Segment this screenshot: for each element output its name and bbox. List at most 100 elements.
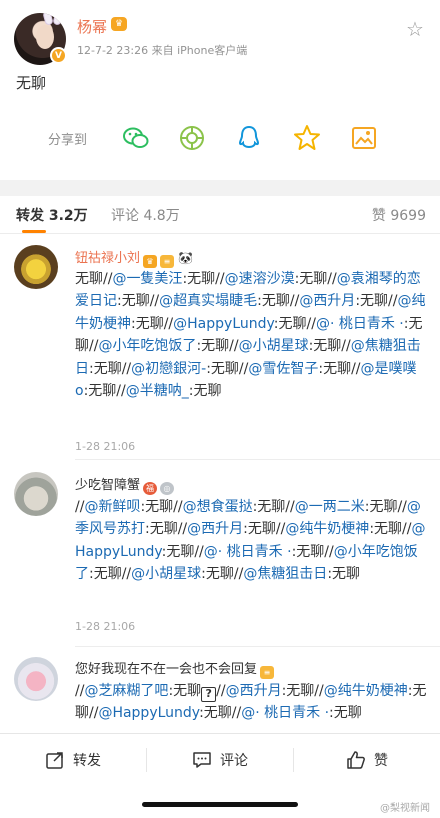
weibo-post: V 杨幂 ♛ 12-7-2 23:26 来自 iPhone客户端 ☆ 无聊 分享…	[0, 0, 440, 180]
repost-text: :无聊//	[243, 521, 286, 538]
like-button-label: 赞	[374, 753, 388, 769]
tab-likes[interactable]: 赞 9699	[372, 205, 426, 225]
repost-text: :无聊	[168, 683, 202, 699]
mention-link[interactable]: @焦糖狙击日	[243, 566, 327, 582]
repost-icon	[46, 752, 63, 769]
user-avatar[interactable]	[14, 657, 58, 701]
mention-link[interactable]: @· 桃日青禾 ·	[241, 705, 329, 721]
repost-text: :无聊//	[257, 293, 300, 310]
user-name-text[interactable]: 少吃智障蟹	[75, 478, 140, 493]
mention-link[interactable]: @想食蛋挞	[183, 499, 253, 515]
mention-link[interactable]: @新鲜呗	[84, 499, 140, 515]
repost-time: 1-28 21:06	[75, 440, 136, 453]
mention-link[interactable]: @芝麻糊了吧	[84, 683, 168, 699]
tab-reposts[interactable]: 转发 3.2万	[16, 205, 88, 225]
user-avatar[interactable]	[14, 245, 58, 289]
moments-icon[interactable]	[177, 123, 207, 153]
share-row: 分享到	[0, 118, 440, 158]
mention-link[interactable]: @半糖呐_	[126, 383, 189, 399]
repost-text: :无聊//	[89, 566, 132, 583]
mention-link[interactable]: @西升月	[187, 521, 243, 537]
question-emoji-icon: ?	[201, 687, 217, 702]
mention-link[interactable]: @小年吃饱饭了	[98, 338, 196, 354]
home-indicator[interactable]	[142, 802, 298, 807]
verified-icon: V	[50, 47, 67, 64]
mention-link[interactable]: @· 桃日青禾 ·	[204, 544, 292, 560]
mention-link[interactable]: @一隻美汪	[112, 271, 182, 287]
save-image-icon[interactable]	[349, 123, 379, 153]
user-name-text[interactable]: 您好我现在不在一会也不会回复	[75, 662, 257, 677]
level-badge-icon: ≡	[160, 255, 175, 268]
repost-text: :无聊//	[252, 499, 295, 515]
repost-text: :无聊//	[201, 566, 244, 583]
repost-text: :无聊//	[206, 360, 249, 377]
post-meta: 12-7-2 23:26 来自 iPhone客户端	[77, 44, 248, 57]
repost-item: 少吃智障蟹福 ◎ //@新鲜呗:无聊//@想食蛋挞:无聊//@一两二米:无聊//@…	[0, 460, 440, 647]
repost-text: :无聊//	[355, 293, 398, 310]
repost-text: //	[216, 683, 226, 699]
repost-text: :无聊//	[131, 315, 174, 332]
repost-text: :无聊//	[199, 705, 242, 722]
mention-link[interactable]: @雪佐智子	[248, 361, 318, 377]
thumbs-up-icon	[347, 751, 365, 769]
wechat-icon[interactable]	[121, 123, 151, 153]
repost-text: :无聊//	[369, 521, 412, 538]
repost-text: :无聊//	[145, 521, 188, 538]
repost-user-name[interactable]: 少吃智障蟹福 ◎	[75, 474, 175, 495]
mention-link[interactable]: @超真实塌睫毛	[159, 293, 257, 309]
mention-link[interactable]: @· 桃日青禾 ·	[316, 316, 404, 332]
mention-link[interactable]: @HappyLundy	[173, 316, 274, 332]
mention-link[interactable]: @纯牛奶梗神	[324, 683, 408, 699]
repost-text: :无聊//	[89, 360, 132, 377]
repost-text: :无聊	[188, 383, 222, 400]
repost-text: :无聊//	[294, 271, 337, 287]
user-name-text[interactable]: 钮祜禄小刘	[75, 251, 140, 266]
mention-link[interactable]: @HappyLundy	[98, 705, 199, 721]
mention-link[interactable]: @西升月	[226, 683, 282, 699]
tab-comments[interactable]: 评论 4.8万	[111, 205, 180, 225]
repost-text: :无聊//	[161, 543, 204, 560]
repost-item: 您好我现在不在一会也不会回复 ≡ //@芝麻糊了吧:无聊?//@西升月:无聊//@…	[0, 647, 440, 733]
repost-text: :无聊//	[196, 338, 239, 355]
comment-button-label: 评论	[220, 753, 248, 769]
repost-text: :无聊//	[140, 499, 183, 515]
repost-text: :无聊//	[182, 271, 225, 287]
repost-button[interactable]: 转发	[0, 734, 146, 786]
repost-time: 1-28 21:06	[75, 620, 136, 633]
repost-text: :无聊//	[291, 543, 334, 560]
author-name[interactable]: 杨幂	[77, 16, 107, 37]
mention-link[interactable]: @纯牛奶梗神	[285, 521, 369, 537]
mention-link[interactable]: @西升月	[299, 293, 355, 309]
repost-text: 无聊//	[75, 271, 113, 287]
mention-link[interactable]: @小胡星球	[239, 338, 309, 354]
mention-link[interactable]: @一两二米	[295, 499, 365, 515]
mention-link[interactable]: @速溶沙漠	[225, 271, 295, 287]
level-badge-icon: ≡	[260, 666, 275, 679]
repost-text: :无聊//	[364, 499, 407, 515]
action-bar: 转发 评论 赞	[0, 733, 440, 785]
level-medal-icon: ◎	[160, 482, 175, 495]
user-avatar[interactable]	[14, 472, 58, 516]
interaction-tabs: 转发 3.2万 评论 4.8万 赞 9699	[0, 196, 440, 234]
qq-icon[interactable]	[234, 123, 264, 153]
repost-text: :无聊//	[308, 338, 351, 355]
repost-content: 无聊//@一隻美汪:无聊//@速溶沙漠:无聊//@袁湘琴的恋爱日记:无聊//@超…	[75, 268, 427, 402]
repost-text: :无聊//	[83, 383, 126, 400]
comment-icon	[193, 752, 211, 768]
qzone-icon[interactable]	[292, 123, 322, 153]
repost-user-name[interactable]: 钮祜禄小刘 ♛ ≡ 🐼	[75, 247, 193, 268]
repost-content: //@新鲜呗:无聊//@想食蛋挞:无聊//@一两二米:无聊//@季风号苏打:无聊…	[75, 496, 427, 586]
favorite-star-icon[interactable]: ☆	[404, 18, 426, 40]
like-button[interactable]: 赞	[294, 734, 440, 786]
fan-badge-icon: 福	[143, 482, 158, 495]
comment-button[interactable]: 评论	[147, 734, 293, 786]
repost-user-name[interactable]: 您好我现在不在一会也不会回复 ≡	[75, 658, 275, 679]
panda-icon: 🐼	[178, 251, 193, 265]
repost-text: :无聊//	[281, 683, 324, 699]
repost-text: :无聊	[327, 566, 361, 583]
mention-link[interactable]: @初戀銀河-	[131, 361, 206, 377]
repost-text: :无聊	[329, 705, 362, 722]
post-text: 无聊	[16, 74, 47, 92]
repost-text: :无聊//	[273, 315, 316, 332]
mention-link[interactable]: @小胡星球	[131, 566, 201, 582]
